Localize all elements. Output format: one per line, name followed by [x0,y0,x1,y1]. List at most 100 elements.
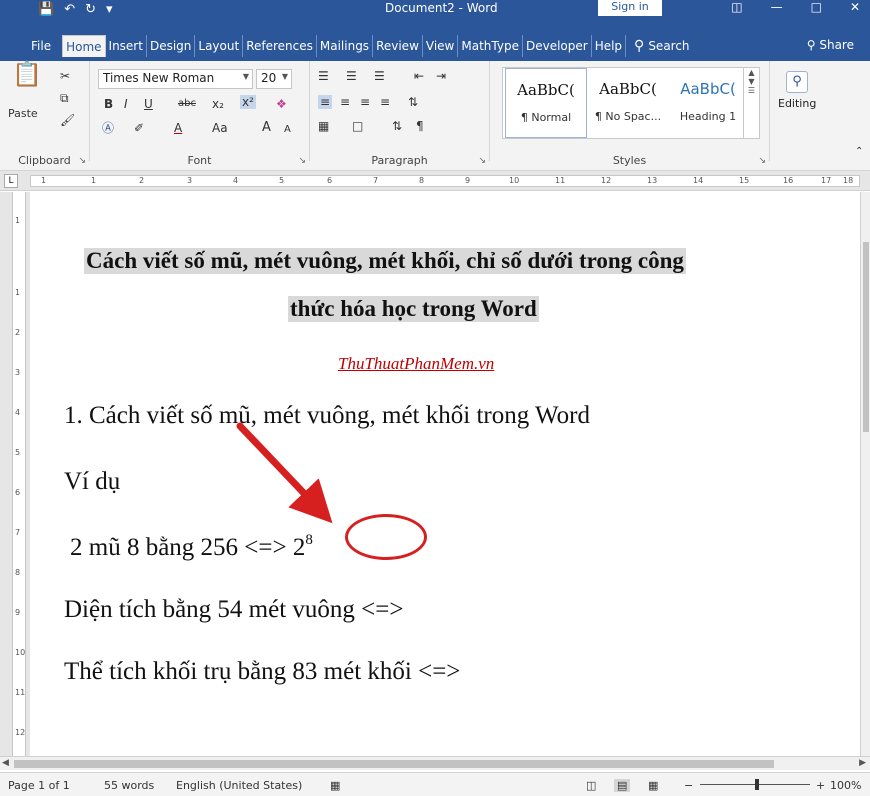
italic-button[interactable]: I [124,97,128,111]
multilevel-list-icon[interactable]: ☰ [374,69,385,83]
align-left-icon[interactable]: ≡ [318,95,333,109]
font-color-icon[interactable]: A [174,121,182,135]
ruler-number: 2 [139,176,145,185]
ruler-number: 10 [509,176,520,185]
zoom-out-button[interactable]: − [684,779,693,792]
style-normal[interactable]: AaBbC( ¶ Normal [505,68,587,138]
tab-view[interactable]: View [423,34,459,57]
document-area: 1 1 2 3 4 5 6 7 8 9 10 11 12 Cách viết s… [0,192,870,756]
ruler-number: 17 [821,176,832,185]
ribbon-display-options-icon[interactable]: ◫ [731,0,742,14]
highlight-color-icon[interactable]: ✐ [134,121,144,135]
vertical-scrollbar[interactable] [860,192,870,756]
align-center-icon[interactable]: ≡ [340,95,350,109]
paragraph-launcher-icon[interactable]: ↘ [478,156,486,166]
customize-qat-icon[interactable]: ▾ [106,2,113,17]
zoom-slider-thumb[interactable] [755,779,759,790]
tab-selector[interactable]: L [4,174,18,188]
clipboard-launcher-icon[interactable]: ↘ [78,156,86,166]
numbering-icon[interactable]: ☰ [346,69,357,83]
tab-review[interactable]: Review [373,34,423,57]
decrease-indent-icon[interactable]: ⇤ [414,69,424,83]
paste-label[interactable]: Paste [8,107,38,121]
align-right-icon[interactable]: ≡ [360,95,370,109]
sign-in-button[interactable]: Sign in [598,0,662,16]
tab-insert[interactable]: Insert [106,34,147,57]
redo-icon[interactable]: ↻ [85,2,96,17]
subscript-button[interactable]: x₂ [212,97,224,111]
web-layout-icon[interactable]: ▦ [648,779,658,792]
show-formatting-button[interactable]: ¶ [416,119,424,133]
ruler-number: 4 [233,176,239,185]
save-icon[interactable]: 💾 [38,2,54,17]
style-no-spacing[interactable]: AaBbC( ¶ No Spac... [587,68,669,138]
bullets-icon[interactable]: ☰ [318,69,329,83]
copy-icon[interactable]: ⧉ [60,91,69,105]
cut-icon[interactable]: ✂ [60,69,70,83]
person-icon: ⚲ [806,38,816,52]
minimize-icon[interactable]: — [771,0,783,14]
styles-launcher-icon[interactable]: ↘ [758,156,766,166]
grow-font-button[interactable]: A [262,121,271,135]
horizontal-scrollbar[interactable]: ◀ ▶ [0,756,870,770]
line-spacing-icon[interactable]: ⇅ [408,95,418,109]
superscript-button[interactable]: x² [240,95,256,109]
scroll-thumb[interactable] [14,760,774,768]
ruler-number: 14 [693,176,704,185]
undo-icon[interactable]: ↶ [64,2,75,17]
maximize-icon[interactable]: □ [811,0,822,14]
shrink-font-button[interactable]: A [284,123,291,137]
close-icon[interactable]: ✕ [850,0,860,14]
justify-icon[interactable]: ≡ [380,95,390,109]
tab-mathtype[interactable]: MathType [458,34,523,57]
font-size-value: 20 [261,71,277,85]
tab-layout[interactable]: Layout [195,34,244,57]
underline-button[interactable]: U [144,97,153,111]
sort-icon[interactable]: ⇅ [392,119,402,133]
scroll-thumb[interactable] [863,242,869,432]
shading-icon[interactable]: ▦ [318,119,329,133]
collapse-ribbon-icon[interactable]: ⌃ [855,145,863,159]
change-case-button[interactable]: Aa [212,121,228,135]
ruler-strip[interactable]: 1 1 2 3 4 5 6 7 8 9 10 11 12 13 14 15 16… [30,175,860,187]
tab-developer[interactable]: Developer [523,34,592,57]
editing-button[interactable]: ⚲ Editing [778,71,816,110]
format-painter-icon[interactable]: 🖌 [60,113,75,127]
scroll-left-icon[interactable]: ◀ [2,758,9,768]
language[interactable]: English (United States) [176,779,302,792]
font-launcher-icon[interactable]: ↘ [298,156,306,166]
scroll-right-icon[interactable]: ▶ [859,758,866,768]
text-effects-icon[interactable]: Ⓐ [102,121,114,135]
clipboard-group: 📋 Paste ✂ ⧉ 🖌 Clipboard ↘ [0,61,90,167]
paste-icon[interactable]: 📋 [12,62,42,86]
tab-references[interactable]: References [243,34,317,57]
style-heading-1[interactable]: AaBbC( Heading 1 [667,68,749,138]
zoom-level[interactable]: 100% [830,779,861,792]
increase-indent-icon[interactable]: ⇥ [436,69,446,83]
macro-recording-icon[interactable]: ▦ [330,779,340,792]
quick-access-toolbar: 💾 ↶ ↻ ▾ [38,2,113,17]
print-layout-icon[interactable]: ▤ [614,779,631,792]
zoom-in-button[interactable]: + [816,779,825,792]
page-count[interactable]: Page 1 of 1 [8,779,70,792]
strikethrough-button[interactable]: abc [178,97,196,111]
clear-formatting-icon[interactable]: ❖ [276,97,287,111]
tab-file[interactable]: File [28,35,54,57]
tab-design[interactable]: Design [147,34,196,57]
document-page[interactable]: Cách viết số mũ, mét vuông, mét khối, ch… [30,192,862,756]
font-name-dropdown[interactable]: Times New Roman ▼ [98,69,253,89]
read-mode-icon[interactable]: ◫ [586,779,596,792]
tab-help[interactable]: Help [592,34,627,57]
font-size-dropdown[interactable]: 20 ▼ [256,69,292,89]
find-icon: ⚲ [786,71,808,93]
borders-icon[interactable]: □ [352,119,363,133]
ruler-number: 5 [15,448,21,457]
styles-more-icon[interactable]: ▲ ▼ ☰ [743,68,759,138]
share-button[interactable]: ⚲ Share [807,38,854,52]
tab-home[interactable]: Home [62,34,106,57]
word-count[interactable]: 55 words [104,779,154,792]
tell-me-search[interactable]: ⚲ Search [626,35,693,57]
bold-button[interactable]: B [104,97,113,111]
ruler-number: 16 [783,176,794,185]
tab-mailings[interactable]: Mailings [317,34,374,57]
